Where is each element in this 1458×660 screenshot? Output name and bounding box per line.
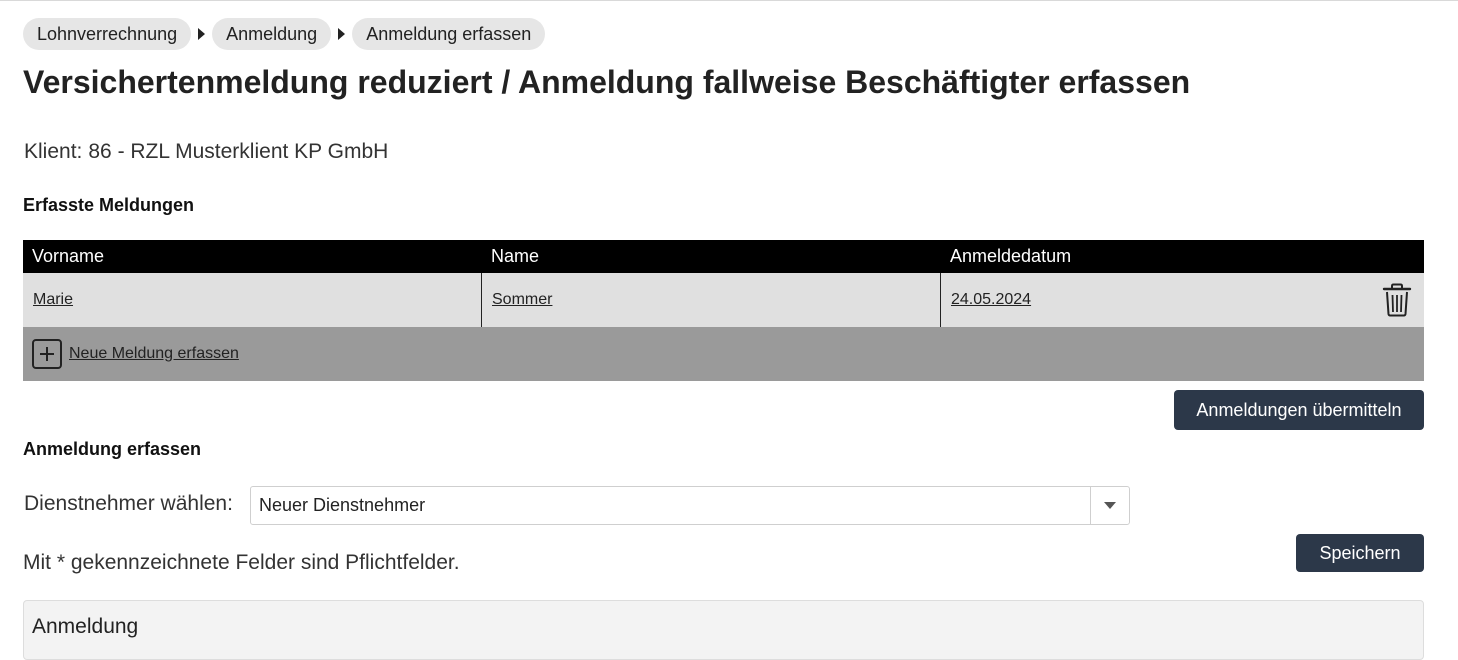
breadcrumb-separator-icon bbox=[191, 18, 212, 50]
cell-anmeldedatum: 24.05.2024 bbox=[941, 273, 1424, 327]
cell-vorname: Marie bbox=[23, 273, 482, 327]
column-header-vorname: Vorname bbox=[32, 246, 105, 266]
table-row: Marie Sommer 24.05.2024 bbox=[23, 273, 1424, 327]
chevron-down-icon[interactable] bbox=[1090, 487, 1129, 524]
anmeldung-panel: Anmeldung bbox=[23, 600, 1424, 660]
trash-icon[interactable] bbox=[1382, 283, 1412, 317]
employee-select[interactable]: Neuer Dienstnehmer bbox=[250, 486, 1130, 525]
save-button[interactable]: Speichern bbox=[1296, 534, 1424, 572]
client-value: 86 - RZL Musterklient KP GmbH bbox=[88, 140, 389, 163]
breadcrumb-separator-icon bbox=[331, 18, 352, 50]
name-link[interactable]: Sommer bbox=[492, 291, 552, 309]
form-heading: Anmeldung erfassen bbox=[23, 439, 202, 459]
reports-heading: Erfasste Meldungen bbox=[23, 195, 195, 215]
top-divider bbox=[0, 0, 1458, 1]
column-header-anmeldedatum: Anmeldedatum bbox=[950, 246, 1072, 266]
breadcrumb-item-lohnverrechnung[interactable]: Lohnverrechnung bbox=[23, 18, 192, 50]
cell-name: Sommer bbox=[482, 273, 941, 327]
client-info: Klient: 86 - RZL Musterklient KP GmbH bbox=[24, 140, 388, 164]
breadcrumb-item-anmeldung[interactable]: Anmeldung bbox=[212, 18, 332, 50]
client-label: Klient: bbox=[24, 140, 83, 163]
column-header-name: Name bbox=[491, 246, 540, 266]
submit-registrations-button[interactable]: Anmeldungen übermitteln bbox=[1174, 390, 1424, 430]
employee-label: Dienstnehmer wählen: bbox=[24, 492, 233, 515]
vorname-link[interactable]: Marie bbox=[33, 291, 73, 309]
new-report-row: Neue Meldung erfassen bbox=[23, 327, 1424, 381]
employee-select-value: Neuer Dienstnehmer bbox=[259, 495, 426, 515]
table-header: Vorname Name Anmeldedatum bbox=[23, 240, 1424, 273]
breadcrumb: Lohnverrechnung Anmeldung Anmeldung erfa… bbox=[23, 18, 546, 50]
page-title: Versichertenmeldung reduziert / Anmeldun… bbox=[23, 64, 1191, 100]
panel-title[interactable]: Anmeldung bbox=[32, 615, 138, 639]
plus-icon[interactable] bbox=[32, 339, 62, 369]
breadcrumb-item-anmeldung-erfassen[interactable]: Anmeldung erfassen bbox=[352, 18, 546, 50]
required-fields-note: Mit * gekennzeichnete Felder sind Pflich… bbox=[23, 551, 460, 574]
new-report-link[interactable]: Neue Meldung erfassen bbox=[69, 345, 239, 363]
reports-table: Vorname Name Anmeldedatum Marie Sommer 2… bbox=[23, 240, 1424, 381]
anmeldedatum-link[interactable]: 24.05.2024 bbox=[951, 291, 1031, 309]
